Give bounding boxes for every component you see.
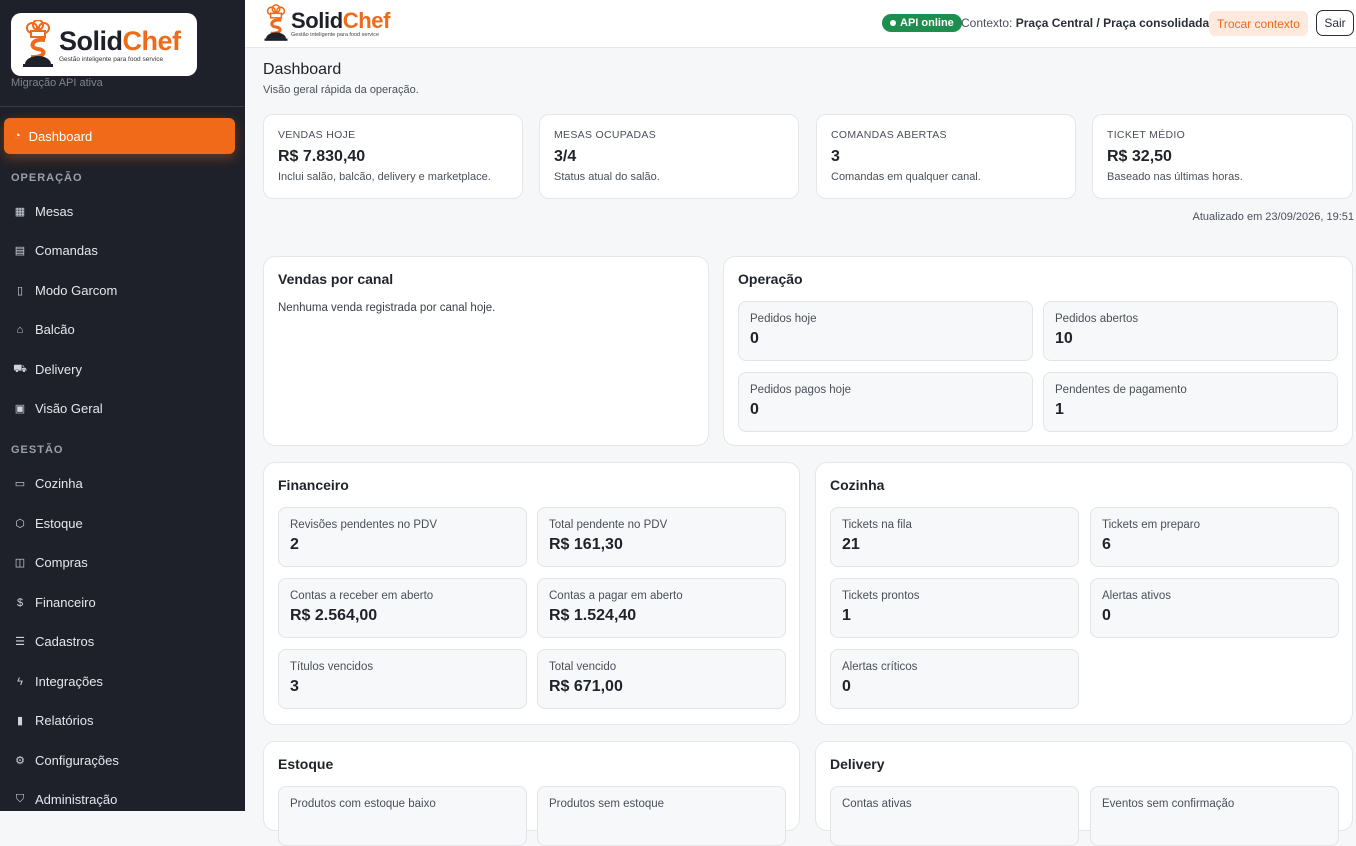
sidebar-item-modo-garcom[interactable]: ▯ Modo Garcom <box>14 283 117 298</box>
logout-button[interactable]: Sair <box>1316 10 1354 36</box>
sidebar-item-label: Dashboard <box>28 128 93 144</box>
page-subtitle: Visão geral rápida da operação. <box>263 84 419 96</box>
stat-tickets-preparo: Tickets em preparo 6 <box>1090 507 1339 567</box>
overview-icon: ▣ <box>14 403 26 415</box>
stat-tickets-fila: Tickets na fila 21 <box>830 507 1079 567</box>
chart-icon: ▮ <box>16 715 24 727</box>
sidebar-item-configuracoes[interactable]: ⚙ Configurações <box>14 753 119 768</box>
sidebar-item-administracao[interactable]: ⛉ Administração <box>14 792 118 807</box>
context-info: Contexto: Praça Central / Praça consolid… <box>961 16 1210 30</box>
store-icon: ⌂ <box>16 323 24 336</box>
money-icon: $ <box>16 596 24 609</box>
card-title: Cozinha <box>830 477 885 493</box>
sidebar: SolidChef Gestão inteligente para food s… <box>0 0 245 811</box>
sidebar-item-visao-geral[interactable]: ▣ Visão Geral <box>14 401 103 416</box>
sidebar-item-mesas[interactable]: ▦ Mesas <box>14 204 74 219</box>
stat-estoque-baixo: Produtos com estoque baixo <box>278 786 527 846</box>
kpi-card: VENDAS HOJE R$ 7.830,40 Inclui salão, balc… <box>263 114 523 199</box>
brand-name: SolidChef <box>291 8 391 33</box>
box-icon: ⬡ <box>15 518 25 530</box>
api-status-badge: API online <box>882 14 962 32</box>
stat-alertas-criticos: Alertas críticos 0 <box>830 649 1079 709</box>
status-dot-icon <box>890 20 896 26</box>
phone-icon: ▯ <box>16 285 24 297</box>
list-icon: ☰ <box>15 636 25 648</box>
stat-revisoes-pendentes: Revisões pendentes no PDV 2 <box>278 507 527 567</box>
kpi-card: MESAS OCUPADAS 3/4 Status atual do salão. <box>539 114 799 199</box>
stat-titulos-vencidos: Títulos vencidos 3 <box>278 649 527 709</box>
brand-name: SolidChef <box>59 25 181 56</box>
migration-status: Migração API ativa <box>11 77 103 89</box>
cozinha-card: Cozinha Tickets na fila 21 Tickets em pre… <box>815 462 1353 725</box>
bag-icon: ◫ <box>14 557 26 569</box>
chef-logo-icon <box>264 4 288 41</box>
stat-total-vencido: Total vencido R$ 671,00 <box>537 649 786 709</box>
stat-contas-ativas: Contas ativas <box>830 786 1079 846</box>
chef-logo-icon <box>23 19 53 67</box>
updated-timestamp: Atualizado em 23/09/2026, 19:51 <box>1192 211 1354 223</box>
context-value: Praça Central / Praça consolidada <box>1015 16 1210 30</box>
sidebar-item-compras[interactable]: ◫ Compras <box>14 555 88 570</box>
topbar: SolidChef Gestão inteligente para food s… <box>245 0 1356 48</box>
truck-icon: ⛟ <box>13 362 27 375</box>
card-title: Financeiro <box>278 477 349 493</box>
sidebar-item-financeiro[interactable]: $ Financeiro <box>14 595 96 610</box>
stat-alertas-ativos: Alertas ativos 0 <box>1090 578 1339 638</box>
operacao-card: Operação Pedidos hoje 0 Pedidos abertos 10… <box>723 256 1353 446</box>
estoque-card: Estoque Produtos com estoque baixo Produ… <box>263 741 800 846</box>
stat-pedidos-hoje: Pedidos hoje 0 <box>738 301 1033 361</box>
card-title: Operação <box>738 271 803 287</box>
sidebar-item-comandas[interactable]: ▤ Comandas <box>14 243 98 258</box>
kpi-card: COMANDAS ABERTAS 3 Comandas em qualquer ca… <box>816 114 1076 199</box>
sidebar-item-dashboard[interactable]: ◔ Dashboard <box>4 118 235 154</box>
grid-icon: ▦ <box>14 206 26 218</box>
kpi-card: TICKET MÉDIO R$ 32,50 Baseado nas últimas … <box>1092 114 1353 199</box>
switch-context-button[interactable]: Trocar contexto <box>1209 11 1308 36</box>
dashboard-icon: ◔ <box>14 130 21 142</box>
empty-message: Nenhuma venda registrada por canal hoje. <box>278 302 496 314</box>
card-title: Delivery <box>830 756 885 772</box>
card-title: Estoque <box>278 756 334 772</box>
gear-icon: ⚙ <box>15 755 25 767</box>
stat-contas-receber: Contas a receber em aberto R$ 2.564,00 <box>278 578 527 638</box>
sidebar-item-cozinha[interactable]: ▭ Cozinha <box>14 476 83 491</box>
delivery-card: Delivery Contas ativas Eventos sem confi… <box>815 741 1353 846</box>
stat-pedidos-abertos: Pedidos abertos 10 <box>1043 301 1338 361</box>
brand-logo[interactable]: SolidChef Gestão inteligente para food s… <box>11 13 197 76</box>
stat-sem-estoque: Produtos sem estoque <box>537 786 786 846</box>
sidebar-item-balcao[interactable]: ⌂ Balcão <box>14 322 75 337</box>
shield-icon: ⛉ <box>15 793 25 805</box>
brand-tagline: Gestão inteligente para food service <box>291 32 380 38</box>
stat-eventos-sem-confirmacao: Eventos sem confirmação <box>1090 786 1339 846</box>
section-operacao: OPERAÇÃO <box>11 172 83 184</box>
sidebar-item-delivery[interactable]: ⛟ Delivery <box>13 362 82 377</box>
card-title: Vendas por canal <box>278 271 394 287</box>
receipt-icon: ▤ <box>14 245 26 257</box>
plug-icon: ϟ <box>17 675 23 688</box>
topbar-logo[interactable]: SolidChef Gestão inteligente para food s… <box>263 3 390 45</box>
sidebar-item-cadastros[interactable]: ☰ Cadastros <box>14 634 94 649</box>
page-title: Dashboard <box>263 61 342 78</box>
section-gestao: GESTÃO <box>11 444 64 456</box>
sidebar-item-integracoes[interactable]: ϟ Integrações <box>14 674 103 689</box>
sidebar-item-relatorios[interactable]: ▮ Relatórios <box>14 713 94 728</box>
stat-pedidos-pagos: Pedidos pagos hoje 0 <box>738 372 1033 432</box>
stat-pendentes-pagamento: Pendentes de pagamento 1 <box>1043 372 1338 432</box>
stat-tickets-prontos: Tickets prontos 1 <box>830 578 1079 638</box>
brand-tagline: Gestão inteligente para food service <box>59 55 164 63</box>
sidebar-divider <box>0 106 245 107</box>
monitor-icon: ▭ <box>14 478 26 490</box>
stat-contas-pagar: Contas a pagar em aberto R$ 1.524,40 <box>537 578 786 638</box>
vendas-por-canal-card: Vendas por canal Nenhuma venda registrad… <box>263 256 709 446</box>
financeiro-card: Financeiro Revisões pendentes no PDV 2 To… <box>263 462 800 725</box>
stat-total-pendente: Total pendente no PDV R$ 161,30 <box>537 507 786 567</box>
sidebar-item-estoque[interactable]: ⬡ Estoque <box>14 516 83 531</box>
